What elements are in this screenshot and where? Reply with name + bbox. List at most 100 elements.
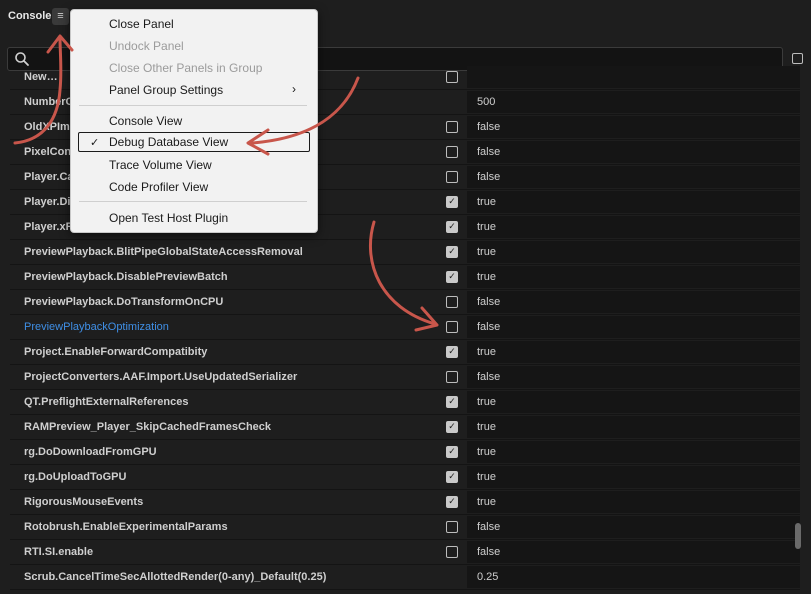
show-all-checkbox[interactable] <box>792 53 803 64</box>
checkbox-checked[interactable]: ✓ <box>446 271 458 283</box>
checkbox-checked[interactable]: ✓ <box>446 246 458 258</box>
value-field[interactable]: true <box>467 416 800 438</box>
value-field[interactable]: false <box>467 366 800 388</box>
setting-value: 0.25 <box>477 571 499 583</box>
panel-context-menu: Close Panel Undock Panel Close Other Pan… <box>70 9 318 233</box>
value-field[interactable]: false <box>467 166 800 188</box>
checkbox-checked[interactable]: ✓ <box>446 471 458 483</box>
value-field[interactable]: true <box>467 266 800 288</box>
value-field[interactable]: false <box>467 116 800 138</box>
setting-name: RTI.SI.enable <box>24 546 94 558</box>
setting-value: true <box>477 421 496 433</box>
checkbox-checked[interactable]: ✓ <box>446 421 458 433</box>
setting-name: Scrub.CancelTimeSecAllottedRender(0-any)… <box>24 571 327 583</box>
checkbox-unchecked[interactable] <box>446 171 458 183</box>
setting-value: false <box>477 296 501 308</box>
table-row: RTI.SI.enable false <box>10 540 800 565</box>
console-panel: Console ≡ New… NumberO… 500 OldXPIm… false Pi… <box>0 0 811 594</box>
table-row: rg.DoUploadToGPU ✓ true <box>10 465 800 490</box>
setting-name: PreviewPlayback.DisablePreviewBatch <box>24 271 228 283</box>
checkbox-checked[interactable]: ✓ <box>446 196 458 208</box>
panel-title: Console <box>8 10 52 22</box>
checkbox-checked[interactable]: ✓ <box>446 446 458 458</box>
check-icon: ✓ <box>90 137 100 149</box>
checkbox-unchecked[interactable] <box>446 71 458 83</box>
checkbox-unchecked[interactable] <box>446 296 458 308</box>
value-field[interactable]: true <box>467 491 800 513</box>
value-field[interactable]: false <box>467 541 800 563</box>
menu-divider <box>79 201 307 202</box>
table-row: PreviewPlayback.DisablePreviewBatch ✓ true <box>10 265 800 290</box>
table-row: PreviewPlayback.DoTransformOnCPU false <box>10 290 800 315</box>
menu-item-panel-group-settings[interactable]: Panel Group Settings › <box>78 80 310 100</box>
value-field[interactable]: false <box>467 516 800 538</box>
setting-name: Rotobrush.EnableExperimentalParams <box>24 521 228 533</box>
menu-item-close-panel[interactable]: Close Panel <box>78 14 310 34</box>
table-row: ProjectConverters.AAF.Import.UseUpdatedS… <box>10 365 800 390</box>
menu-item-label: Trace Volume View <box>109 158 212 172</box>
menu-item-undock-panel[interactable]: Undock Panel <box>78 36 310 56</box>
value-field[interactable]: false <box>467 291 800 313</box>
setting-value: false <box>477 171 501 183</box>
value-field[interactable]: true <box>467 341 800 363</box>
setting-value: true <box>477 196 496 208</box>
value-field[interactable]: false <box>467 141 800 163</box>
setting-value: true <box>477 496 496 508</box>
checkbox-unchecked[interactable] <box>446 521 458 533</box>
setting-value: true <box>477 446 496 458</box>
value-field[interactable]: true <box>467 391 800 413</box>
value-field[interactable]: 500 <box>467 91 800 113</box>
value-field[interactable]: true <box>467 216 800 238</box>
table-row: RAMPreview_Player_SkipCachedFramesCheck ✓… <box>10 415 800 440</box>
setting-name: New… <box>24 71 58 83</box>
setting-value: true <box>477 271 496 283</box>
menu-item-open-test-host-plugin[interactable]: Open Test Host Plugin <box>78 208 310 228</box>
scrollbar-thumb[interactable] <box>795 523 801 549</box>
menu-item-label: Close Panel <box>109 17 174 31</box>
setting-name: QT.PreflightExternalReferences <box>24 396 189 408</box>
setting-value: true <box>477 246 496 258</box>
value-field[interactable]: true <box>467 441 800 463</box>
checkbox-unchecked[interactable] <box>446 121 458 133</box>
checkbox-checked[interactable]: ✓ <box>446 346 458 358</box>
checkbox-unchecked[interactable] <box>446 146 458 158</box>
checkbox-checked[interactable]: ✓ <box>446 221 458 233</box>
menu-item-debug-database-view[interactable]: ✓ Debug Database View <box>78 132 310 152</box>
panel-menu-button[interactable]: ≡ <box>52 8 69 25</box>
value-field[interactable] <box>467 66 800 88</box>
value-field[interactable]: true <box>467 241 800 263</box>
checkbox-unchecked[interactable] <box>446 546 458 558</box>
table-row: rg.DoDownloadFromGPU ✓ true <box>10 440 800 465</box>
value-field[interactable]: 0.25 <box>467 566 800 588</box>
value-field[interactable]: true <box>467 191 800 213</box>
setting-value: false <box>477 371 501 383</box>
checkbox-unchecked[interactable] <box>446 371 458 383</box>
checkbox-checked[interactable]: ✓ <box>446 496 458 508</box>
checkbox-checked[interactable]: ✓ <box>446 396 458 408</box>
setting-name: RigorousMouseEvents <box>24 496 144 508</box>
setting-name: rg.DoUploadToGPU <box>24 471 127 483</box>
table-row: RigorousMouseEvents ✓ true <box>10 490 800 515</box>
checkbox-unchecked[interactable] <box>446 321 458 333</box>
menu-item-console-view[interactable]: Console View <box>78 111 310 131</box>
menu-item-trace-volume-view[interactable]: Trace Volume View <box>78 155 310 175</box>
menu-item-label: Panel Group Settings <box>109 83 224 97</box>
setting-value: true <box>477 221 496 233</box>
setting-name: ProjectConverters.AAF.Import.UseUpdatedS… <box>24 371 298 383</box>
menu-item-label: Code Profiler View <box>109 180 209 194</box>
menu-item-close-other-panels[interactable]: Close Other Panels in Group <box>78 58 310 78</box>
setting-value: true <box>477 346 496 358</box>
menu-item-label: Debug Database View <box>109 135 229 149</box>
menu-item-label: Close Other Panels in Group <box>109 61 263 75</box>
menu-item-label: Undock Panel <box>109 39 184 53</box>
table-row: Scrub.CancelTimeSecAllottedRender(0-any)… <box>10 565 800 590</box>
table-row: PreviewPlaybackOptimization false <box>10 315 800 340</box>
table-row: Project.EnableForwardCompatibity ✓ true <box>10 340 800 365</box>
value-field[interactable]: true <box>467 466 800 488</box>
table-row: QT.PreflightExternalReferences ✓ true <box>10 390 800 415</box>
setting-value: 500 <box>477 96 496 108</box>
menu-item-code-profiler-view[interactable]: Code Profiler View <box>78 177 310 197</box>
setting-value: false <box>477 321 501 333</box>
setting-value: true <box>477 396 496 408</box>
value-field[interactable]: false <box>467 316 800 338</box>
